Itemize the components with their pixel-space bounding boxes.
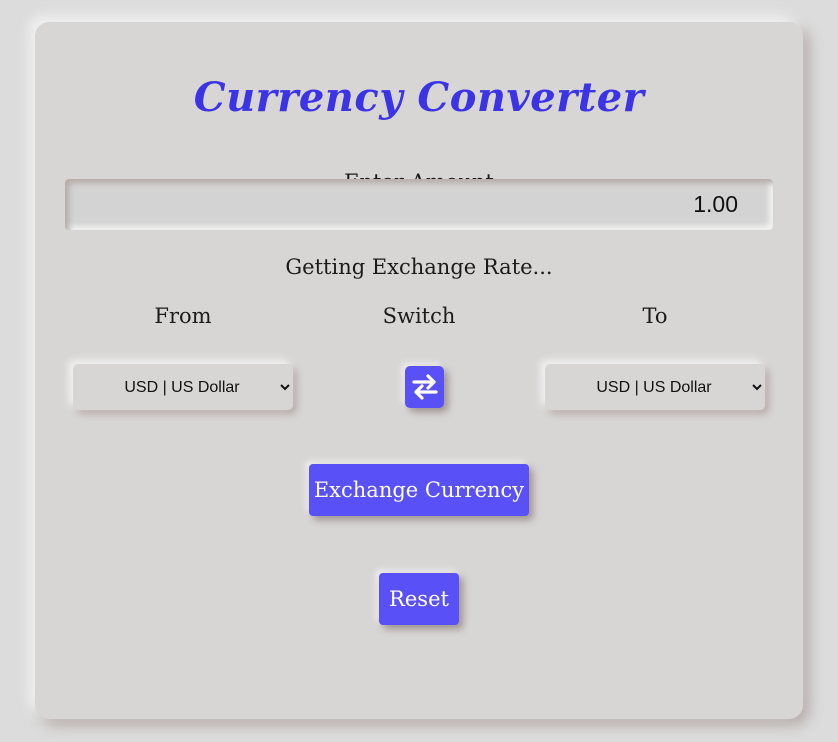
swap-arrows-icon	[411, 374, 438, 400]
switch-label: Switch	[382, 304, 456, 328]
from-currency-container: USD | US Dollar	[73, 364, 293, 410]
converter-card: Currency Converter Enter Amount Getting …	[35, 22, 803, 719]
to-currency-select[interactable]: USD | US Dollar	[545, 364, 765, 410]
app-title: Currency Converter	[193, 74, 645, 121]
amount-field-container	[65, 179, 773, 230]
from-currency-select[interactable]: USD | US Dollar	[73, 364, 293, 410]
to-currency-container: USD | US Dollar	[545, 364, 765, 410]
reset-button[interactable]: Reset	[379, 573, 459, 625]
exchange-rate-status: Getting Exchange Rate...	[285, 255, 553, 279]
exchange-currency-button[interactable]: Exchange Currency	[309, 464, 529, 516]
switch-button[interactable]	[405, 366, 444, 408]
from-label: From	[154, 304, 212, 328]
amount-input[interactable]	[65, 179, 773, 230]
to-label: To	[642, 304, 668, 328]
